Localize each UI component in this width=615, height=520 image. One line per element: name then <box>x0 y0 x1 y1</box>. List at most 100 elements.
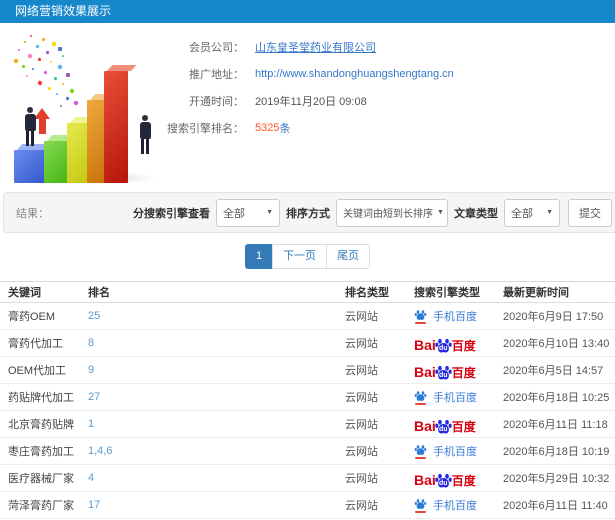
next-page-button[interactable]: 下一页 <box>272 244 328 269</box>
confetti-dot <box>73 100 79 106</box>
header-engine-type: 搜索引擎类型 <box>414 287 480 299</box>
engine-cell: Bai du 百度 <box>408 335 503 352</box>
promotion-url-link[interactable]: http://www.shandonghuangshengtang.cn <box>255 68 454 80</box>
engine-type-label: 手机百度 <box>433 500 477 512</box>
results-table: 关键词 排名 排名类型 搜索引擎类型 最新更新时间 膏药OEM 25 云网站 手机百度… <box>0 281 615 519</box>
field-open-time: 开通时间： 2019年11月20日 09:08 <box>160 87 615 114</box>
rank-type-cell: 云网站 <box>345 416 408 432</box>
rank-type-value: 云网站 <box>345 311 378 323</box>
rank-type-value: 云网站 <box>345 473 378 485</box>
mobile-baidu-paw-icon <box>414 444 427 456</box>
growth-chart-image <box>0 33 185 185</box>
baidu-paw-icon: du <box>435 472 452 489</box>
baidu-logo-cn: 百度 <box>451 365 476 380</box>
confetti-dot <box>51 41 57 47</box>
filter-bar: 结果： 分搜索引擎查看 全部 ▼ 排序方式 关键词由短到长排序 ▼ 文章类型 全… <box>3 192 615 233</box>
baidu-logo-bai: Bai <box>414 336 436 353</box>
baidu-logo-du: du <box>439 371 448 379</box>
rank-link[interactable]: 1,4,6 <box>88 445 112 457</box>
rank-count-unit: 条 <box>279 122 291 135</box>
confetti-dot <box>17 48 21 52</box>
confetti-dot <box>65 72 71 78</box>
table-body: 膏药OEM 25 云网站 手机百度 2020年6月9日 17:50 膏药代加工 8 云网站 Ba… <box>0 303 615 519</box>
engine-cell: Bai du 百度 <box>408 362 503 379</box>
table-row: OEM代加工 9 云网站 Bai du 百度 2020年6月5日 14:57 <box>0 357 615 384</box>
confetti-dot <box>21 64 26 69</box>
caret-down-icon: ▼ <box>266 209 273 216</box>
table-row: 膏药OEM 25 云网站 手机百度 2020年6月9日 17:50 <box>0 303 615 330</box>
rank-link[interactable]: 8 <box>88 337 94 349</box>
article-type-select[interactable]: 全部 ▼ <box>504 198 560 227</box>
rank-type-cell: 云网站 <box>345 443 408 459</box>
baidu-paw-icon: du <box>435 418 452 435</box>
rank-cell: 1,4,6 <box>88 445 345 457</box>
last-page-button[interactable]: 尾页 <box>326 244 371 269</box>
company-link[interactable]: 山东皇圣堂药业有限公司 <box>255 39 376 55</box>
baidu-logo-cn: 百度 <box>451 419 476 434</box>
table-row: 药贴牌代加工 27 云网站 手机百度 2020年6月18日 10:25 <box>0 384 615 411</box>
baidu-logo-icon: Bai du 百度 <box>414 470 476 487</box>
chart-bar-red <box>104 71 128 183</box>
confetti-dot <box>37 57 42 62</box>
confetti-dot <box>61 82 65 86</box>
baidu-logo-cn: 百度 <box>451 473 476 488</box>
table-row: 北京膏药贴牌 1 云网站 Bai du 百度 2020年6月11日 11:18 <box>0 411 615 438</box>
confetti-dot <box>47 86 52 91</box>
rank-link[interactable]: 27 <box>88 391 100 403</box>
mobile-baidu-underline <box>415 321 426 324</box>
rank-cell: 8 <box>88 337 345 349</box>
updated-cell: 2020年6月11日 11:40 <box>503 497 615 513</box>
engine-filter-label: 分搜索引擎查看 <box>133 207 210 220</box>
updated-value: 2020年6月9日 17:50 <box>503 311 604 323</box>
header-updated: 最新更新时间 <box>503 287 569 299</box>
rank-type-value: 云网站 <box>345 338 378 350</box>
mobile-baidu-icon <box>414 444 427 459</box>
engine-select[interactable]: 全部 ▼ <box>216 198 280 227</box>
baidu-logo-cn: 百度 <box>451 338 476 353</box>
confetti-dot <box>35 44 40 49</box>
confetti-dot <box>41 37 46 42</box>
confetti-dot <box>49 60 53 64</box>
rank-type-value: 云网站 <box>345 500 378 512</box>
rank-link[interactable]: 9 <box>88 364 94 376</box>
confetti-dot <box>27 53 33 59</box>
engine-cell: 手机百度 <box>408 443 503 459</box>
sort-select[interactable]: 关键词由短到长排序 ▼ <box>336 198 448 227</box>
rank-link[interactable]: 1 <box>88 418 94 430</box>
rank-link[interactable]: 17 <box>88 499 100 511</box>
rank-cell: 9 <box>88 364 345 376</box>
rank-type-value: 云网站 <box>345 419 378 431</box>
header-rank: 排名 <box>88 287 110 299</box>
baidu-logo-bai: Bai <box>414 417 436 434</box>
sort-filter-label: 排序方式 <box>286 207 330 220</box>
page-number-current[interactable]: 1 <box>244 244 274 269</box>
updated-cell: 2020年6月10日 13:40 <box>503 335 615 351</box>
table-row: 菏泽膏药厂家 17 云网站 手机百度 2020年6月11日 11:40 <box>0 492 615 519</box>
updated-value: 2020年6月18日 10:25 <box>503 392 610 404</box>
updated-value: 2020年6月5日 14:57 <box>503 365 604 377</box>
pagination: 1 下一页 尾页 <box>0 244 615 269</box>
engine-cell: Bai du 百度 <box>408 416 503 433</box>
rank-link[interactable]: 25 <box>88 310 100 322</box>
submit-button[interactable]: 提交 <box>568 198 612 227</box>
baidu-logo-du: du <box>439 479 448 487</box>
keyword-cell: 膏药OEM <box>8 311 56 323</box>
businessman-figure-right <box>137 115 153 154</box>
keyword-cell: OEM代加工 <box>8 365 67 377</box>
rank-link[interactable]: 4 <box>88 472 94 484</box>
confetti-dot <box>23 40 27 44</box>
rank-cell: 25 <box>88 310 345 322</box>
confetti-dot <box>13 58 19 64</box>
info-section: 会员公司： 山东皇圣堂药业有限公司 推广地址： http://www.shand… <box>0 33 615 185</box>
company-info-fields: 会员公司： 山东皇圣堂药业有限公司 推广地址： http://www.shand… <box>160 33 615 141</box>
confetti-dot <box>57 46 63 52</box>
updated-value: 2020年6月11日 11:18 <box>503 419 608 431</box>
rank-type-cell: 云网站 <box>345 362 408 378</box>
rank-type-value: 云网站 <box>345 392 378 404</box>
confetti-dot <box>61 54 65 58</box>
chart-bar-green <box>44 141 69 183</box>
caret-down-icon: ▼ <box>546 209 553 216</box>
baidu-logo-icon: Bai du 百度 <box>414 335 476 352</box>
baidu-paw-icon: du <box>435 364 452 381</box>
mobile-baidu-paw-icon <box>414 498 427 510</box>
